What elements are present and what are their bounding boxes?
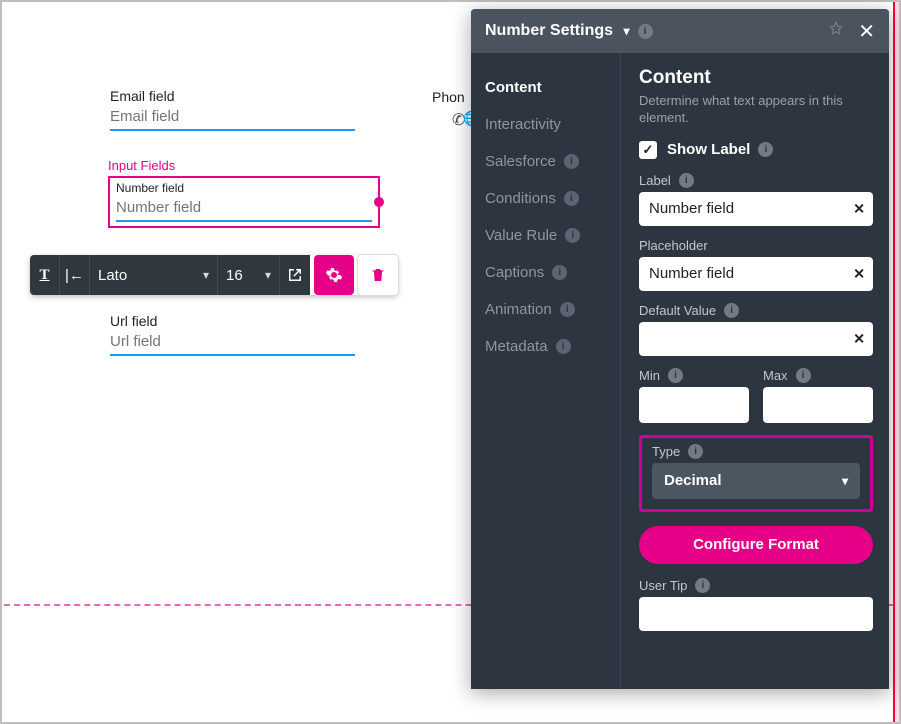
user-tip-title: User Tip [639,578,687,593]
info-icon[interactable]: i [758,142,773,157]
min-title: Min [639,368,660,383]
email-field-block: Email field [110,88,355,131]
email-input[interactable] [110,106,355,131]
info-icon: i [564,191,579,206]
info-icon: i [552,265,567,280]
sidebar-item-interactivity[interactable]: Interactivity [485,106,620,143]
min-input[interactable] [639,387,749,423]
sidebar-item-label: Animation [485,301,552,318]
show-label-checkbox[interactable]: ✓ [639,141,657,159]
label-field-title: Label [639,173,671,188]
clear-button[interactable]: ✕ [853,330,865,347]
label-input[interactable] [639,192,873,226]
font-family-value: Lato [98,267,127,284]
info-icon: i [564,154,579,169]
default-value-input[interactable] [639,322,873,356]
panel-sidebar: Content Interactivity Salesforce i Condit… [471,53,621,689]
sidebar-item-salesforce[interactable]: Salesforce i [485,143,620,180]
delete-button[interactable] [358,255,398,295]
content-heading: Content [639,67,873,89]
sidebar-item-label: Conditions [485,190,556,207]
type-select[interactable]: Decimal ▾ [652,463,860,499]
align-button[interactable]: |← [60,255,90,295]
type-title: Type [652,444,680,459]
chevron-down-icon: ▾ [265,268,271,282]
sidebar-item-captions[interactable]: Captions i [485,254,620,291]
placeholder-field-title: Placeholder [639,238,708,253]
show-label-row: ✓ Show Label i [639,141,873,159]
placeholder-input[interactable] [639,257,873,291]
guide-edge-right [893,2,899,722]
sidebar-item-metadata[interactable]: Metadata i [485,328,620,365]
open-external-button[interactable] [280,255,310,295]
url-input[interactable] [110,331,355,356]
sidebar-item-conditions[interactable]: Conditions i [485,180,620,217]
email-field-label: Email field [110,88,355,104]
text-style-button[interactable]: T [30,255,60,295]
phone-field-label: Phon [432,89,465,105]
url-field-block: Url field [110,313,355,356]
info-icon[interactable]: i [688,444,703,459]
panel-header: Number Settings ▾ i ✕ [471,9,889,53]
configure-format-label: Configure Format [693,536,819,553]
panel-title-text: Number Settings [485,22,613,39]
number-input[interactable] [116,197,372,222]
configure-format-button[interactable]: Configure Format [639,526,873,564]
info-icon[interactable]: i [695,578,710,593]
show-label-text: Show Label [667,141,750,158]
panel-title[interactable]: Number Settings ▾ [485,22,630,40]
selected-number-field[interactable]: Input Fields Number field [108,176,380,228]
url-field-label: Url field [110,313,355,329]
number-field-label: Number field [110,178,378,195]
info-icon[interactable]: i [638,24,653,39]
selection-badge: Input Fields [108,158,175,173]
sidebar-item-label: Interactivity [485,116,561,133]
type-highlight-box: Typei Decimal ▾ [639,435,873,512]
close-button[interactable]: ✕ [858,19,875,44]
chevron-down-icon: ▾ [623,24,629,38]
type-select-value: Decimal [664,472,722,489]
max-input[interactable] [763,387,873,423]
chevron-down-icon: ▾ [203,268,209,282]
sidebar-item-label: Metadata [485,338,548,355]
font-size-select[interactable]: 16 ▾ [218,255,280,295]
font-family-select[interactable]: Lato ▾ [90,255,218,295]
font-size-value: 16 [226,267,243,284]
content-description: Determine what text appears in this elem… [639,93,873,127]
sidebar-item-label: Value Rule [485,227,557,244]
max-title: Max [763,368,788,383]
sidebar-item-label: Salesforce [485,153,556,170]
info-icon[interactable]: i [668,368,683,383]
info-icon: i [556,339,571,354]
info-icon[interactable]: i [679,173,694,188]
info-icon: i [565,228,580,243]
settings-button[interactable] [314,255,354,295]
settings-panel: Number Settings ▾ i ✕ Content Interactiv… [471,9,889,689]
chevron-down-icon: ▾ [842,474,848,488]
info-icon[interactable]: i [796,368,811,383]
sidebar-item-animation[interactable]: Animation i [485,291,620,328]
info-icon: i [560,302,575,317]
text-format-toolbar: T |← Lato ▾ 16 ▾ [30,255,398,295]
clear-button[interactable]: ✕ [853,200,865,217]
panel-content: Content Determine what text appears in t… [621,53,889,689]
user-tip-input[interactable] [639,597,873,631]
sidebar-item-content[interactable]: Content [485,69,620,106]
sidebar-item-label: Content [485,79,542,96]
sidebar-item-label: Captions [485,264,544,281]
info-icon[interactable]: i [724,303,739,318]
clear-button[interactable]: ✕ [853,265,865,282]
selection-handle-right[interactable] [374,197,384,207]
pin-icon[interactable] [828,21,844,42]
default-value-title: Default Value [639,303,716,318]
sidebar-item-value-rule[interactable]: Value Rule i [485,217,620,254]
